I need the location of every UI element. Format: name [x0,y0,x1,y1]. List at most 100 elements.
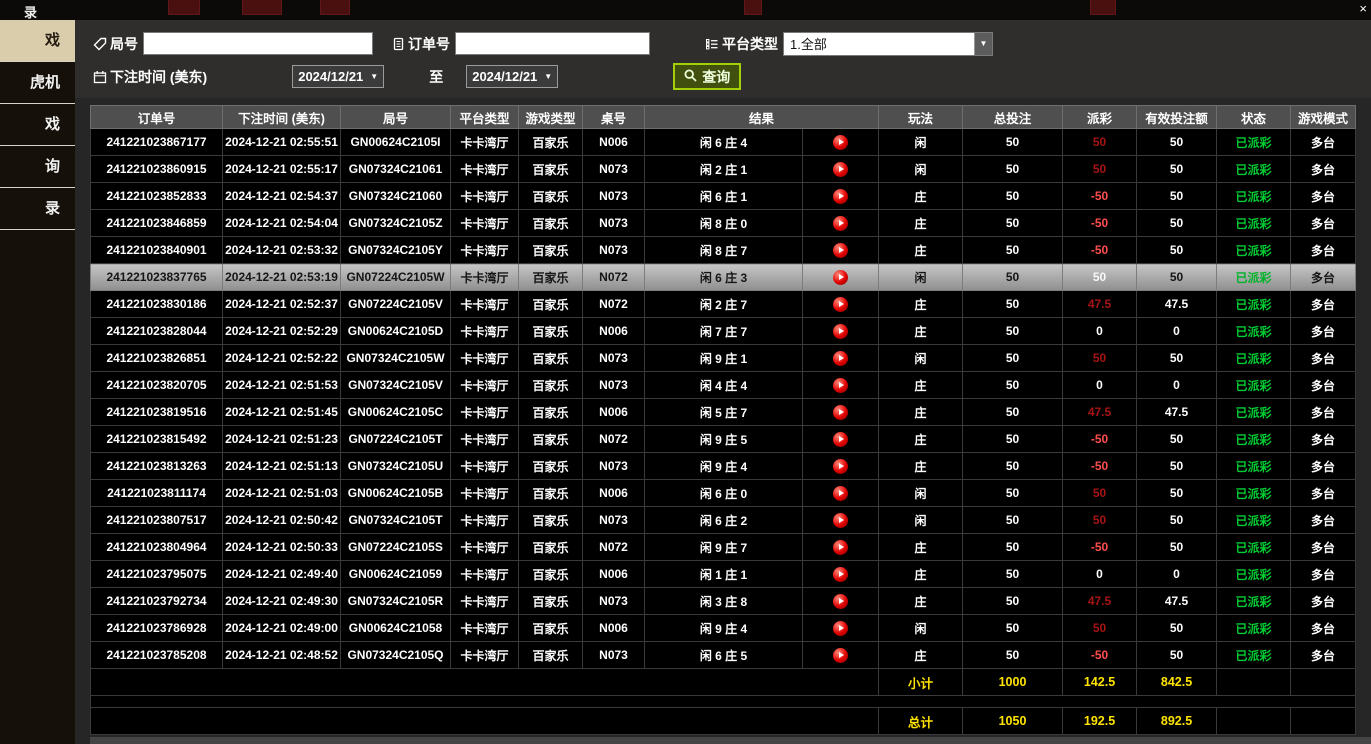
sidebar-item[interactable]: 戏 [0,20,75,62]
cell-bet-time: 2024-12-21 02:49:30 [223,588,341,615]
table-row[interactable]: 241221023867177 2024-12-21 02:55:51 GN00… [91,129,1356,156]
table-row[interactable]: 241221023813263 2024-12-21 02:51:13 GN07… [91,453,1356,480]
play-icon[interactable] [833,351,848,366]
top-left-partial-label: 录 [24,2,37,21]
cell-play-video[interactable] [803,129,879,156]
table-row[interactable]: 241221023807517 2024-12-21 02:50:42 GN07… [91,507,1356,534]
cell-bet-time: 2024-12-21 02:48:52 [223,642,341,669]
play-icon[interactable] [833,297,848,312]
cell-play-video[interactable] [803,453,879,480]
cell-play-video[interactable] [803,399,879,426]
cell-result: 闲 6 庄 0 [645,480,803,507]
play-icon[interactable] [833,432,848,447]
subtotal-label: 小计 [879,669,963,696]
table-row[interactable]: 241221023804964 2024-12-21 02:50:33 GN07… [91,534,1356,561]
table-row[interactable]: 241221023840901 2024-12-21 02:53:32 GN07… [91,237,1356,264]
cell-table-number: N073 [583,642,645,669]
cell-total-bet: 50 [963,426,1063,453]
table-row[interactable]: 241221023815492 2024-12-21 02:51:23 GN07… [91,426,1356,453]
play-icon[interactable] [833,513,848,528]
horizontal-scrollbar[interactable] [90,737,1371,744]
cell-table-number: N073 [583,237,645,264]
cell-bet-time: 2024-12-21 02:54:04 [223,210,341,237]
cell-play-video[interactable] [803,480,879,507]
table-row[interactable]: 241221023795075 2024-12-21 02:49:40 GN00… [91,561,1356,588]
cell-game-type: 百家乐 [519,129,583,156]
cell-order-number: 241221023807517 [91,507,223,534]
play-icon[interactable] [833,405,848,420]
close-icon[interactable]: × [1359,2,1367,15]
table-row[interactable]: 241221023820705 2024-12-21 02:51:53 GN07… [91,372,1356,399]
cell-play-video[interactable] [803,615,879,642]
order-input[interactable] [455,32,650,55]
play-icon[interactable] [833,621,848,636]
play-icon[interactable] [833,486,848,501]
cell-status: 已派彩 [1217,156,1291,183]
table-row[interactable]: 241221023852833 2024-12-21 02:54:37 GN07… [91,183,1356,210]
cell-game-type: 百家乐 [519,615,583,642]
play-icon[interactable] [833,648,848,663]
cell-play-video[interactable] [803,372,879,399]
table-row[interactable]: 241221023811174 2024-12-21 02:51:03 GN00… [91,480,1356,507]
search-button[interactable]: 查询 [673,63,741,90]
sidebar-item[interactable]: 录 [0,188,75,230]
table-row[interactable]: 241221023828044 2024-12-21 02:52:29 GN00… [91,318,1356,345]
cell-round-number: GN07324C2105Y [341,237,451,264]
play-icon[interactable] [833,324,848,339]
table-row[interactable]: 241221023785208 2024-12-21 02:48:52 GN07… [91,642,1356,669]
cell-play-video[interactable] [803,507,879,534]
table-row[interactable]: 241221023860915 2024-12-21 02:55:17 GN07… [91,156,1356,183]
cell-game-type: 百家乐 [519,237,583,264]
column-header: 有效投注额 [1137,106,1217,129]
sidebar-item[interactable]: 戏 [0,104,75,146]
cell-result: 闲 6 庄 5 [645,642,803,669]
header-row: 订单号下注时间 (美东)局号平台类型游戏类型桌号结果玩法总投注派彩有效投注额状态… [91,106,1356,129]
platform-type-select[interactable]: 1.全部 ▼ [783,32,993,56]
round-input[interactable] [143,32,373,55]
cell-play-video[interactable] [803,561,879,588]
cell-platform-type: 卡卡湾厅 [451,264,519,291]
table-row[interactable]: 241221023830186 2024-12-21 02:52:37 GN07… [91,291,1356,318]
sidebar-item[interactable]: 询 [0,146,75,188]
cell-play-video[interactable] [803,183,879,210]
play-icon[interactable] [833,243,848,258]
cell-order-number: 241221023819516 [91,399,223,426]
play-icon[interactable] [833,270,848,285]
cell-game-mode: 多台 [1291,237,1356,264]
play-icon[interactable] [833,216,848,231]
cell-play-video[interactable] [803,642,879,669]
cell-play-video[interactable] [803,237,879,264]
play-icon[interactable] [833,540,848,555]
cell-play-video[interactable] [803,210,879,237]
cell-play-video[interactable] [803,156,879,183]
cell-status: 已派彩 [1217,372,1291,399]
cell-play-video[interactable] [803,588,879,615]
cell-play-video[interactable] [803,318,879,345]
table-row[interactable]: 241221023846859 2024-12-21 02:54:04 GN07… [91,210,1356,237]
play-icon[interactable] [833,135,848,150]
sidebar-item[interactable]: 虎机 [0,62,75,104]
play-icon[interactable] [833,162,848,177]
cell-play-method: 庄 [879,561,963,588]
play-icon[interactable] [833,459,848,474]
play-icon[interactable] [833,594,848,609]
cell-play-video[interactable] [803,291,879,318]
table-row[interactable]: 241221023819516 2024-12-21 02:51:45 GN00… [91,399,1356,426]
cell-status: 已派彩 [1217,210,1291,237]
play-icon[interactable] [833,189,848,204]
play-icon[interactable] [833,567,848,582]
date-from-picker[interactable]: 2024/12/21 ▼ [292,65,384,88]
cell-platform-type: 卡卡湾厅 [451,129,519,156]
cell-play-video[interactable] [803,534,879,561]
table-row[interactable]: 241221023837765 2024-12-21 02:53:19 GN07… [91,264,1356,291]
table-row[interactable]: 241221023792734 2024-12-21 02:49:30 GN07… [91,588,1356,615]
date-to-picker[interactable]: 2024/12/21 ▼ [466,65,558,88]
cell-play-video[interactable] [803,345,879,372]
table-row[interactable]: 241221023826851 2024-12-21 02:52:22 GN07… [91,345,1356,372]
cell-table-number: N073 [583,588,645,615]
cell-play-video[interactable] [803,426,879,453]
table-row[interactable]: 241221023786928 2024-12-21 02:49:00 GN00… [91,615,1356,642]
cell-play-video[interactable] [803,264,879,291]
date-to-value: 2024/12/21 [472,69,537,84]
play-icon[interactable] [833,378,848,393]
